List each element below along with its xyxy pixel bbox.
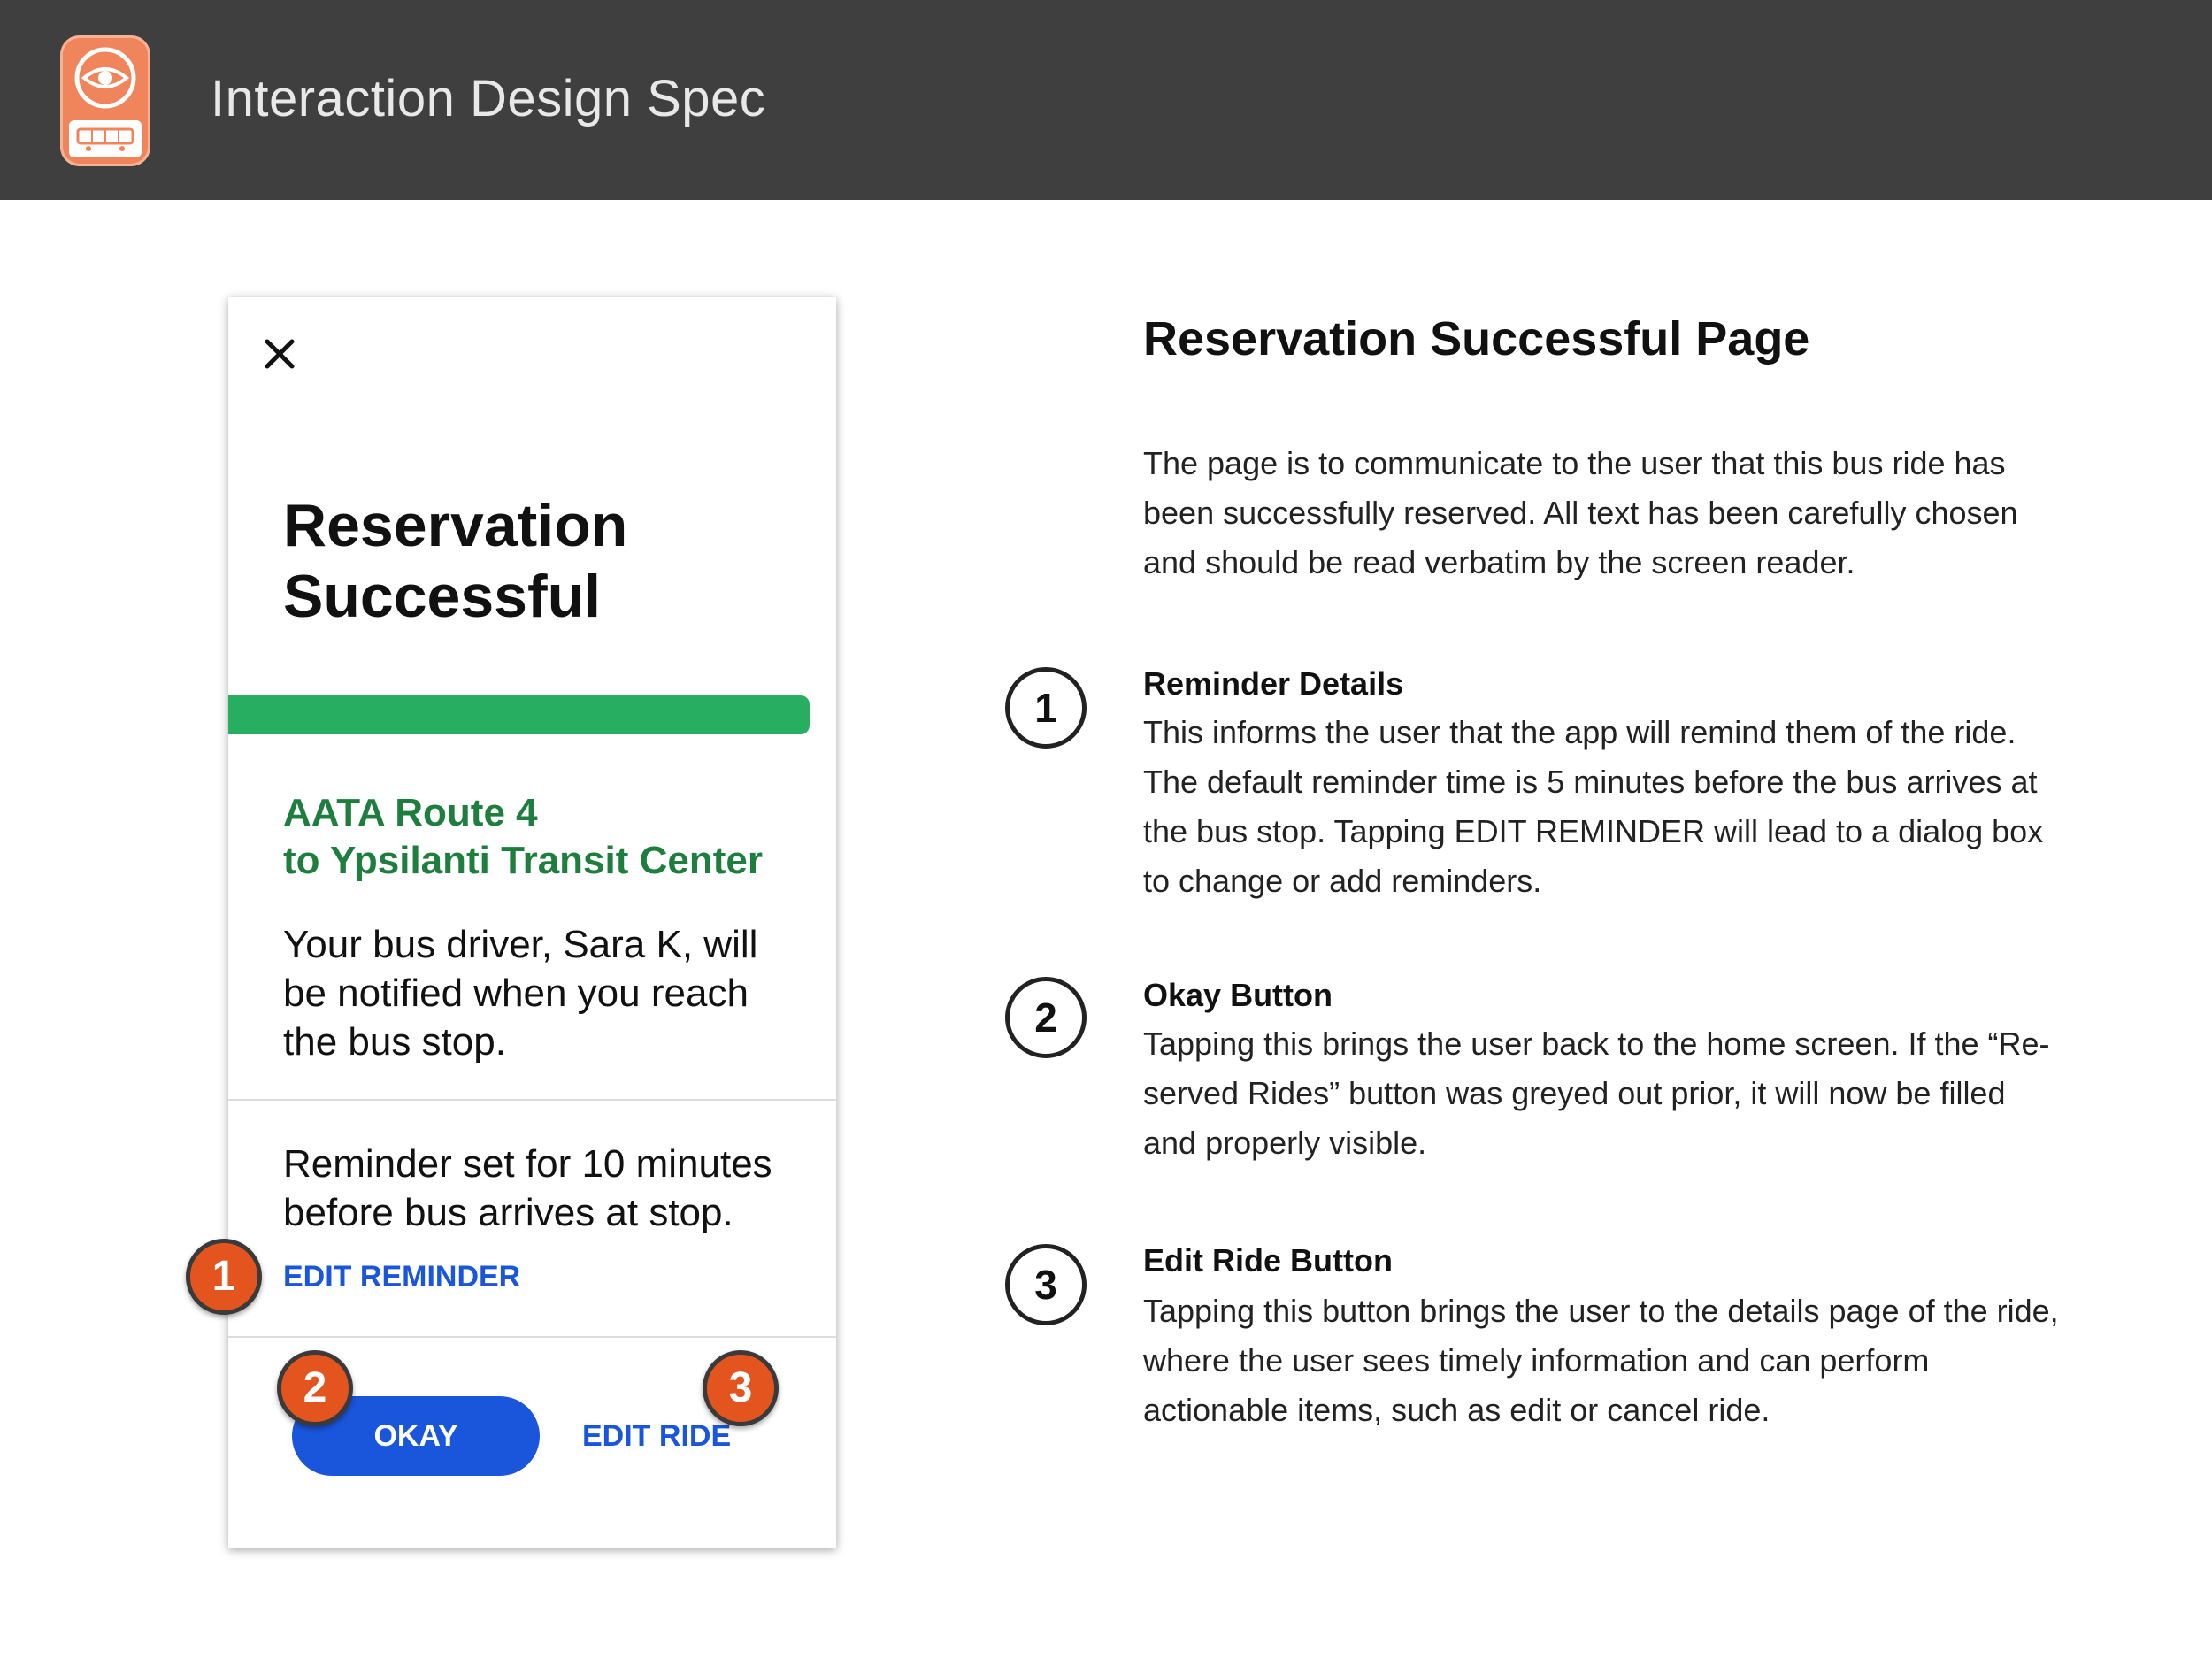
spec-item-title: Reminder Details bbox=[1143, 665, 1404, 702]
progress-fill bbox=[228, 695, 810, 734]
driver-notification-text: Your bus driver, Sara K, will be notifie… bbox=[283, 923, 758, 1064]
page-title: Interaction Design Spec bbox=[211, 70, 766, 127]
reminder-text: Reminder set for 10 minutes before bus a… bbox=[283, 1142, 772, 1234]
close-icon[interactable] bbox=[255, 329, 304, 379]
edit-ride-button[interactable]: EDIT RIDE bbox=[582, 1419, 731, 1454]
number-badge: 2 bbox=[1005, 977, 1087, 1058]
callout-marker-1: 1 bbox=[186, 1239, 262, 1315]
progress-bar bbox=[228, 695, 810, 734]
eye-bus-logo-icon bbox=[60, 35, 150, 166]
edit-reminder-link[interactable]: EDIT REMINDER bbox=[283, 1260, 520, 1294]
spec-title: Reservation Successful Page bbox=[1143, 312, 1810, 365]
callout-marker-3: 3 bbox=[703, 1350, 779, 1426]
spec-item-title: Edit Ride Button bbox=[1143, 1242, 1393, 1279]
divider bbox=[228, 1099, 836, 1101]
spec-item-description: This informs the user that the app will … bbox=[1143, 714, 2044, 899]
header-bar: Interaction Design Spec bbox=[0, 0, 2212, 200]
divider bbox=[228, 1336, 836, 1338]
number-badge: 1 bbox=[1005, 667, 1087, 749]
spec-item-title: Okay Button bbox=[1143, 977, 1333, 1013]
spec-intro: The page is to communicate to the user t… bbox=[1143, 445, 2018, 580]
route-destination: to Ypsilanti Transit Center bbox=[283, 839, 763, 882]
spec-item-description: Tapping this brings the user back to the… bbox=[1143, 1025, 2050, 1161]
route-name: AATA Route 4 bbox=[283, 791, 538, 834]
callout-marker-2: 2 bbox=[277, 1350, 353, 1426]
reservation-title: Reservation Successful bbox=[283, 492, 628, 630]
number-badge: 3 bbox=[1005, 1244, 1087, 1325]
spec-item-description: Tapping this button brings the user to t… bbox=[1143, 1293, 2059, 1428]
